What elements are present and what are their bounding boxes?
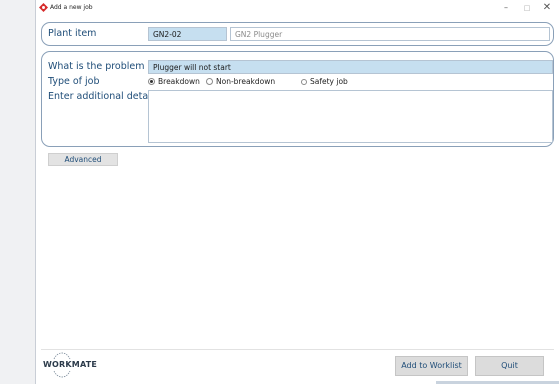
logo-text: WORKMATE xyxy=(43,360,98,369)
add-job-window: Add a new job – □ ✕ Plant item GN2-02 GN… xyxy=(35,0,559,384)
details-textarea[interactable] xyxy=(148,90,553,143)
problem-label: What is the problem xyxy=(48,61,145,72)
plant-code-field[interactable]: GN2-02 xyxy=(148,27,227,41)
maximize-button[interactable]: □ xyxy=(520,2,534,14)
advanced-button[interactable]: Advanced xyxy=(48,153,118,166)
quit-button[interactable]: Quit xyxy=(475,356,544,376)
problem-input[interactable]: Plugger will not start xyxy=(148,60,553,74)
minimize-button[interactable]: – xyxy=(499,2,513,14)
job-type-label: Type of job xyxy=(48,76,100,87)
radio-breakdown-label: Breakdown xyxy=(158,77,200,86)
background-strip xyxy=(0,0,35,384)
radio-non-breakdown-dot xyxy=(206,78,213,85)
title-bar: Add a new job – □ ✕ xyxy=(36,0,559,17)
app-icon xyxy=(39,3,48,12)
window-title: Add a new job xyxy=(50,4,93,11)
radio-breakdown[interactable]: Breakdown xyxy=(148,77,200,86)
add-to-worklist-button[interactable]: Add to Worklist xyxy=(395,356,468,376)
radio-non-breakdown[interactable]: Non-breakdown xyxy=(206,77,275,86)
radio-safety-job[interactable]: Safety job xyxy=(301,77,348,86)
radio-safety-job-label: Safety job xyxy=(310,77,348,86)
plant-name-field: GN2 Plugger xyxy=(230,27,550,41)
plant-item-label: Plant item xyxy=(48,28,97,39)
footer-divider xyxy=(41,349,554,350)
details-label: Enter additional details xyxy=(48,91,159,102)
close-button[interactable]: ✕ xyxy=(540,2,554,14)
radio-breakdown-dot xyxy=(148,78,155,85)
radio-non-breakdown-label: Non-breakdown xyxy=(216,77,276,86)
radio-safety-job-dot xyxy=(301,78,307,85)
